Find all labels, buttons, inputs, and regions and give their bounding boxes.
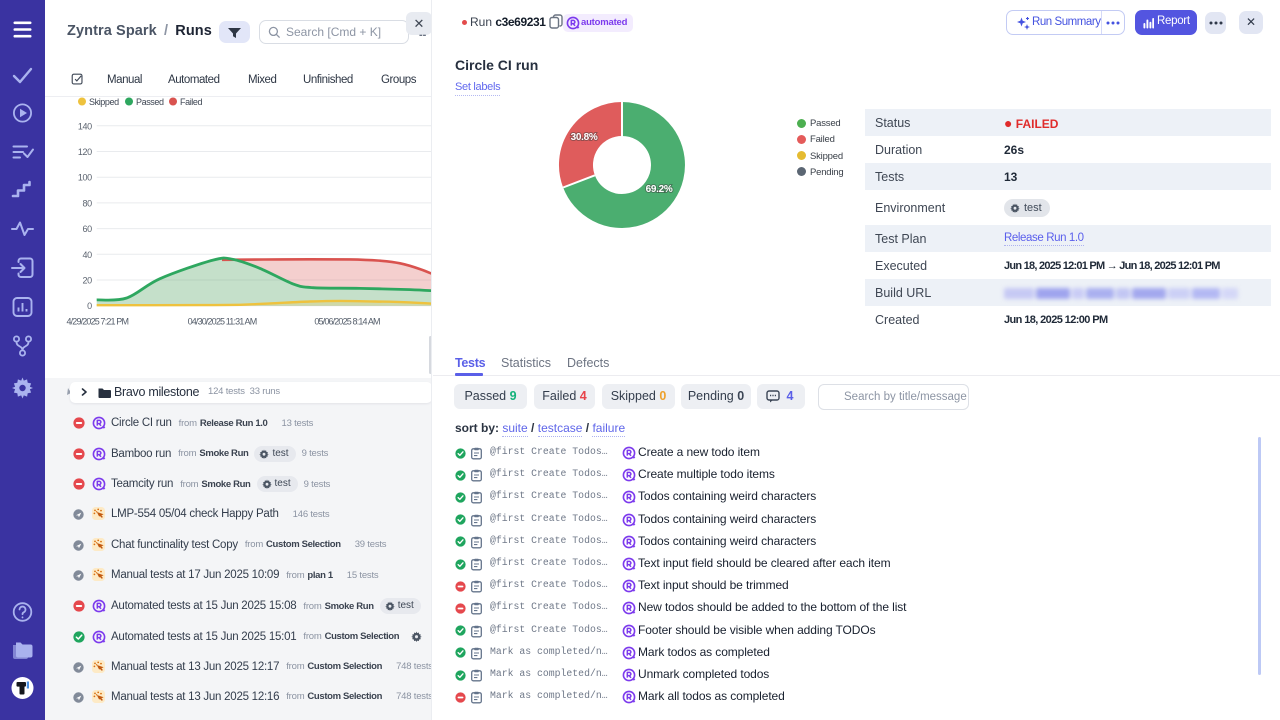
svg-text:Passed: Passed (136, 97, 164, 107)
svg-text:69.2%: 69.2% (646, 184, 673, 195)
svg-text:04/30/2025 11:31 AM: 04/30/2025 11:31 AM (188, 317, 257, 327)
svg-text:Failed: Failed (180, 97, 203, 107)
svg-text:0: 0 (87, 301, 92, 311)
svg-text:40: 40 (82, 250, 92, 260)
svg-text:30.8%: 30.8% (571, 132, 598, 143)
svg-text:Skipped: Skipped (89, 97, 119, 107)
svg-text:4/29/2025 7:21 PM: 4/29/2025 7:21 PM (67, 317, 129, 327)
svg-text:100: 100 (78, 173, 92, 183)
svg-text:20: 20 (82, 276, 92, 286)
svg-text:05/06/2025 8:14 AM: 05/06/2025 8:14 AM (314, 317, 380, 327)
svg-text:60: 60 (82, 224, 92, 234)
svg-text:120: 120 (78, 147, 92, 157)
svg-text:80: 80 (82, 198, 92, 208)
svg-text:140: 140 (78, 121, 92, 131)
